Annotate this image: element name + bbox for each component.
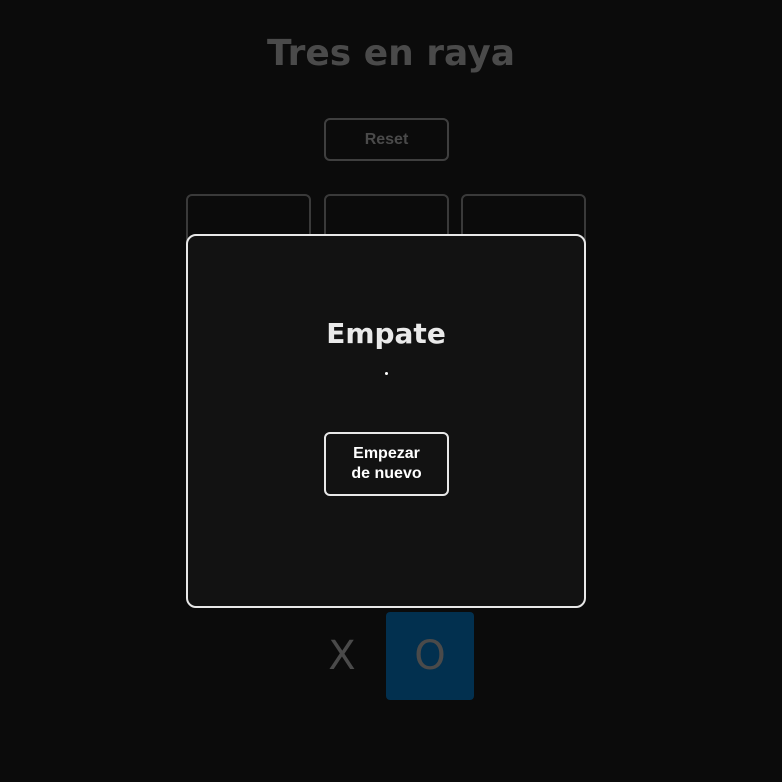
turn-indicator: X O [298, 612, 474, 700]
reset-button[interactable]: Reset [324, 118, 449, 161]
game-page: Tres en raya Reset X O Empate Empezar de… [0, 0, 782, 782]
winner-placeholder-dot [385, 372, 388, 375]
turn-o-active: O [386, 612, 474, 700]
modal-title: Empate [326, 317, 446, 350]
restart-button[interactable]: Empezar de nuevo [324, 432, 449, 496]
page-title: Tres en raya [266, 33, 515, 74]
result-modal: Empate Empezar de nuevo [186, 234, 586, 608]
turn-x: X [328, 633, 356, 679]
